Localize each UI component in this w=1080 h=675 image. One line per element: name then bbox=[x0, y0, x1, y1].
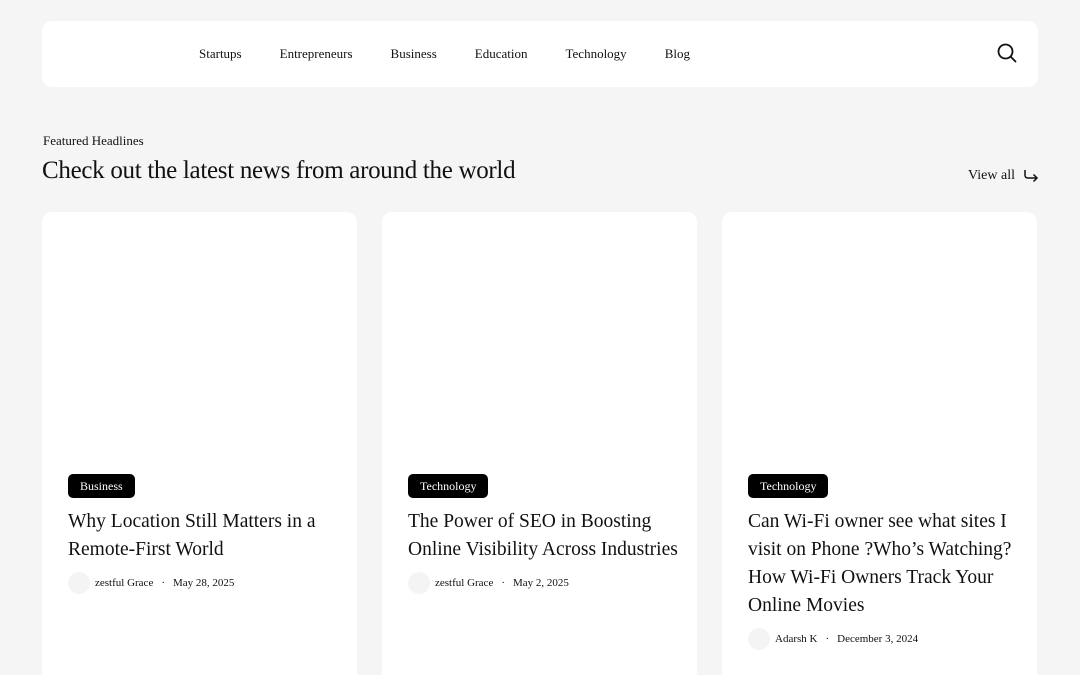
nav-item-technology[interactable]: Technology bbox=[566, 46, 627, 62]
category-badge[interactable]: Technology bbox=[408, 474, 489, 498]
category-badge[interactable]: Business bbox=[68, 474, 135, 498]
article-card-body: Technology Can Wi-Fi owner see what site… bbox=[748, 474, 1018, 650]
article-card[interactable]: Business Why Location Still Matters in a… bbox=[42, 212, 357, 675]
article-meta: zestful Grace · May 2, 2025 bbox=[408, 572, 678, 594]
site-header: Startups Entrepreneurs Business Educatio… bbox=[42, 21, 1038, 87]
publish-date: December 3, 2024 bbox=[837, 633, 919, 645]
article-meta: zestful Grace · May 28, 2025 bbox=[68, 572, 338, 594]
meta-separator: · bbox=[501, 577, 505, 589]
search-icon bbox=[997, 43, 1017, 63]
search-button[interactable] bbox=[996, 42, 1018, 64]
article-card[interactable]: Technology The Power of SEO in Boosting … bbox=[382, 212, 697, 675]
nav-item-blog[interactable]: Blog bbox=[665, 46, 690, 62]
article-card-body: Business Why Location Still Matters in a… bbox=[68, 474, 338, 594]
section-title: Check out the latest news from around th… bbox=[42, 157, 516, 184]
view-all-link[interactable]: View all bbox=[968, 168, 1039, 184]
nav-item-startups[interactable]: Startups bbox=[199, 46, 242, 62]
publish-date: May 2, 2025 bbox=[513, 577, 569, 589]
meta-separator: · bbox=[161, 577, 165, 589]
article-title[interactable]: Why Location Still Matters in a Remote-F… bbox=[68, 508, 338, 564]
author-name[interactable]: zestful Grace bbox=[435, 577, 493, 589]
article-meta: Adarsh K · December 3, 2024 bbox=[748, 628, 1018, 650]
publish-date: May 28, 2025 bbox=[173, 577, 235, 589]
article-title[interactable]: Can Wi-Fi owner see what sites I visit o… bbox=[748, 508, 1018, 620]
article-card-body: Technology The Power of SEO in Boosting … bbox=[408, 474, 678, 594]
category-badge[interactable]: Technology bbox=[748, 474, 829, 498]
author-avatar bbox=[68, 572, 90, 594]
main-nav: Startups Entrepreneurs Business Educatio… bbox=[199, 21, 728, 87]
nav-item-business[interactable]: Business bbox=[391, 46, 437, 62]
arrow-turn-right-icon bbox=[1024, 170, 1039, 183]
author-name[interactable]: zestful Grace bbox=[95, 577, 153, 589]
nav-item-entrepreneurs[interactable]: Entrepreneurs bbox=[280, 46, 353, 62]
author-avatar bbox=[748, 628, 770, 650]
section-eyebrow: Featured Headlines bbox=[43, 133, 144, 148]
author-avatar bbox=[408, 572, 430, 594]
nav-item-education[interactable]: Education bbox=[475, 46, 528, 62]
meta-separator: · bbox=[825, 633, 830, 645]
author-name[interactable]: Adarsh K bbox=[775, 633, 817, 645]
view-all-label: View all bbox=[968, 168, 1015, 183]
article-card[interactable]: Technology Can Wi-Fi owner see what site… bbox=[722, 212, 1037, 675]
article-title[interactable]: The Power of SEO in Boosting Online Visi… bbox=[408, 508, 678, 564]
